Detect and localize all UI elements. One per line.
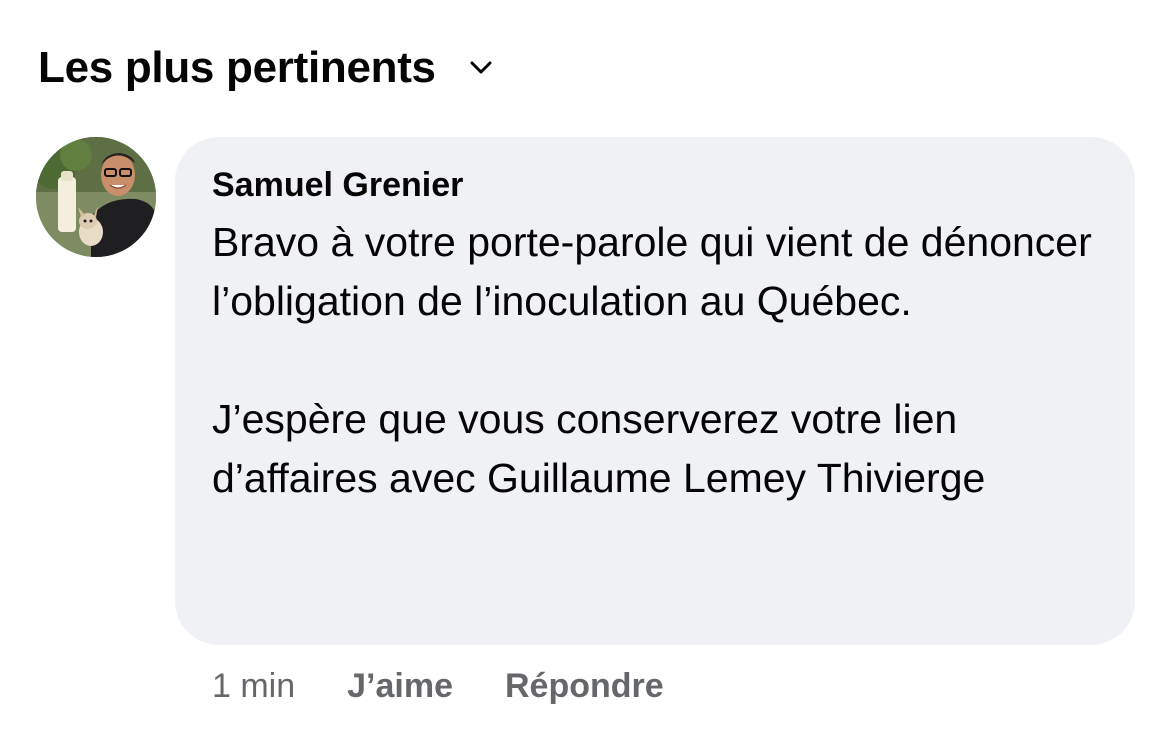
chevron-down-icon (468, 55, 494, 81)
sort-dropdown[interactable]: Les plus pertinents (38, 38, 494, 98)
comment-timestamp[interactable]: 1 min (212, 667, 295, 706)
avatar[interactable] (36, 137, 156, 257)
comment-bubble: Samuel Grenier Bravo à votre porte-parol… (175, 137, 1135, 645)
comment-actions: 1 min J’aime Répondre (212, 662, 664, 710)
reply-button[interactable]: Répondre (505, 667, 664, 706)
like-button[interactable]: J’aime (347, 667, 453, 706)
sort-label: Les plus pertinents (38, 43, 436, 92)
comment-text: Bravo à votre porte-parole qui vient de … (212, 219, 1092, 501)
comment-author[interactable]: Samuel Grenier (212, 163, 463, 207)
